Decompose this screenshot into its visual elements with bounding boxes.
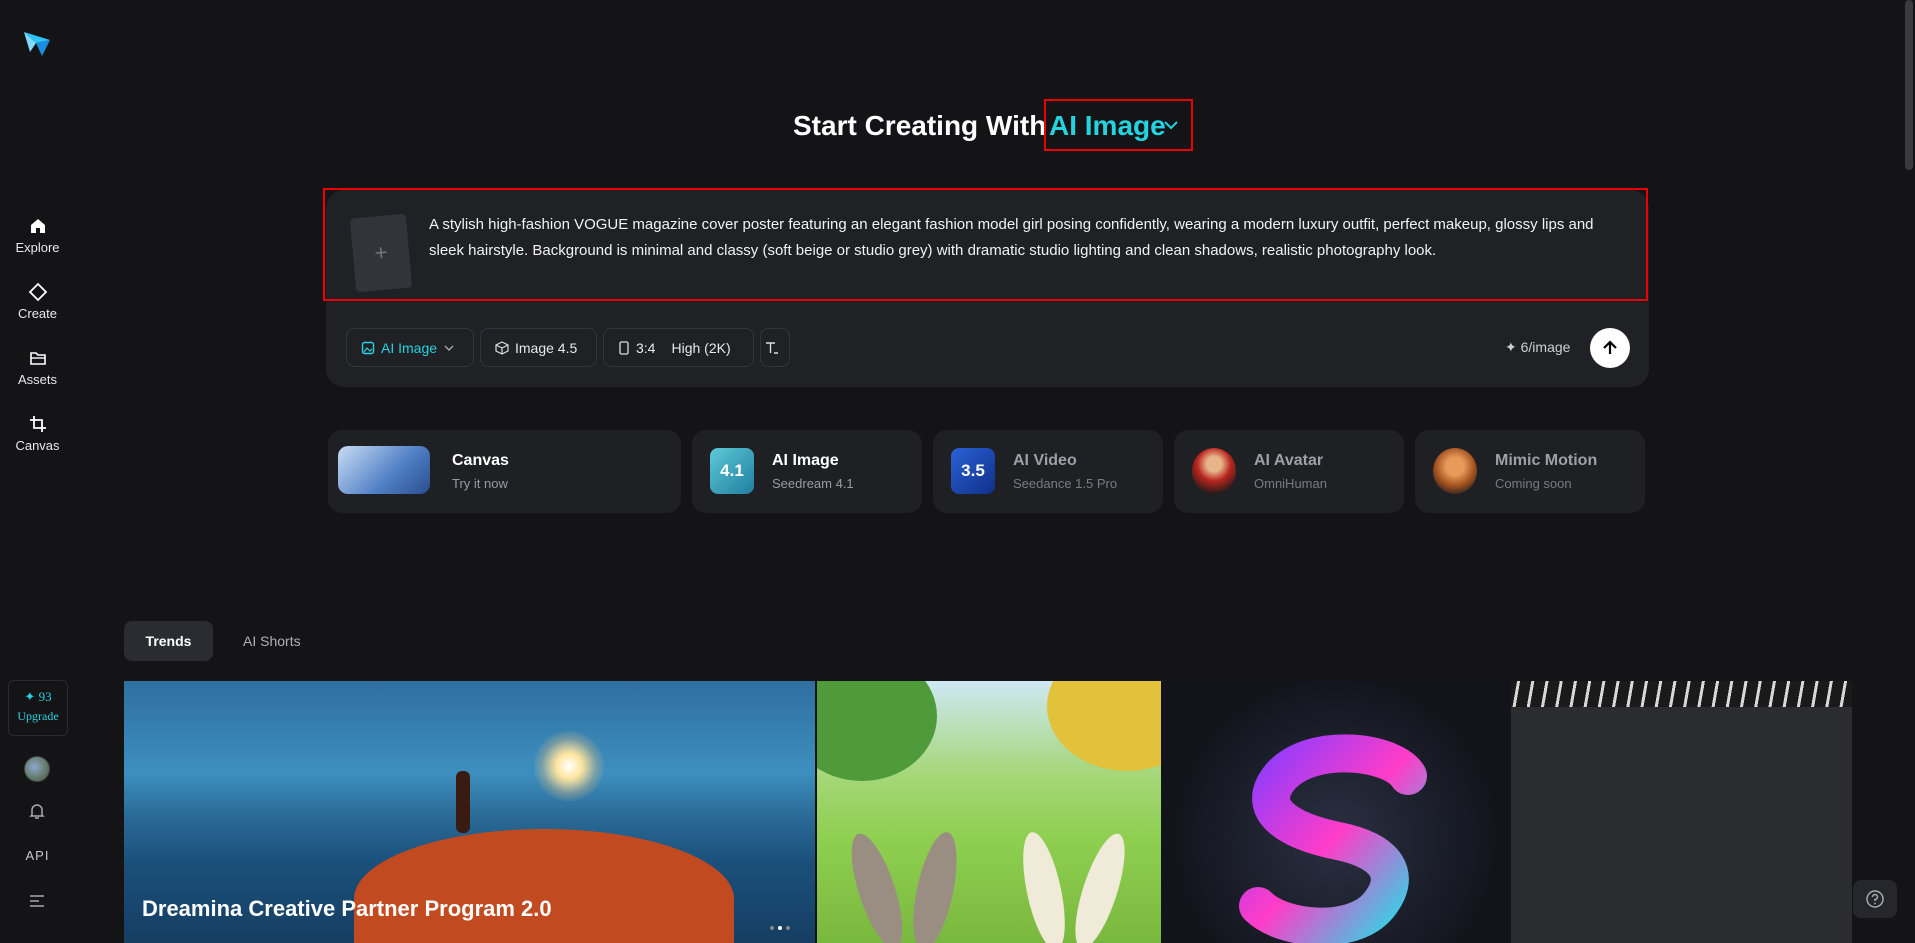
sidebar-item-create[interactable]: Create <box>0 282 75 321</box>
feature-subtitle: Seedream 4.1 <box>772 476 854 491</box>
sidebar-item-canvas[interactable]: Canvas <box>0 414 75 453</box>
scrollbar[interactable] <box>1905 0 1913 170</box>
bunny-tile[interactable] <box>817 681 1161 943</box>
bell-icon[interactable] <box>27 801 47 821</box>
arrow-up-icon <box>1603 340 1617 354</box>
sidebar-item-label: Assets <box>17 372 57 387</box>
floral-border <box>1511 681 1852 707</box>
avatar-character-thumbnail <box>1192 448 1236 494</box>
carousel-dots <box>770 917 790 935</box>
mode-dropdown[interactable]: AI Image <box>1049 110 1166 142</box>
home-icon <box>30 219 45 233</box>
feature-card-canvas[interactable]: Canvas Try it now <box>328 430 681 513</box>
feature-title: Mimic Motion <box>1495 452 1598 469</box>
upgrade-label: Upgrade <box>17 709 59 723</box>
ratio-label: 3:4 <box>636 339 656 356</box>
help-button[interactable] <box>1853 880 1897 918</box>
bunny-ear-left-2 <box>904 828 966 943</box>
avatar[interactable] <box>24 756 50 782</box>
model-select[interactable]: Image 4.5 <box>480 328 597 367</box>
crop-icon <box>29 416 46 432</box>
api-link[interactable]: API <box>0 848 75 863</box>
pegasus-thumbnail <box>338 446 430 494</box>
tab-ai-shorts[interactable]: AI Shorts <box>243 621 301 661</box>
cost-label: ✦ 6/image <box>1505 339 1571 355</box>
upload-reference-button[interactable]: + <box>349 213 413 293</box>
folder-icon <box>29 352 46 365</box>
feature-subtitle: Coming soon <box>1495 476 1572 491</box>
feature-subtitle: Try it now <box>452 476 508 491</box>
feature-subtitle: Seedance 1.5 Pro <box>1013 476 1118 491</box>
feature-card-ai-avatar[interactable]: AI Avatar OmniHuman <box>1174 430 1404 513</box>
credits-upgrade-button[interactable]: ✦ 93 Upgrade <box>8 680 68 736</box>
tree-canopy-right <box>1047 681 1161 771</box>
menu-icon[interactable] <box>28 893 46 909</box>
feature-card-ai-image[interactable]: 4.1 AI Image Seedream 4.1 <box>692 430 922 513</box>
feature-title: AI Video <box>1013 452 1077 469</box>
sidebar-item-explore[interactable]: Explore <box>0 216 75 255</box>
chevron-down-icon[interactable] <box>1163 119 1179 131</box>
send-button[interactable] <box>1590 328 1630 368</box>
feature-title: Canvas <box>452 452 509 469</box>
dreamina-logo-icon[interactable] <box>22 28 52 58</box>
feature-card-ai-video[interactable]: 3.5 AI Video Seedance 1.5 Pro <box>933 430 1163 513</box>
question-icon <box>1866 890 1884 908</box>
feature-card-mimic-motion[interactable]: Mimic Motion Coming soon <box>1415 430 1645 513</box>
model-select-label: Image 4.5 <box>515 339 578 356</box>
mode-select[interactable]: AI Image <box>346 328 474 367</box>
bunny-ear-left <box>841 828 913 943</box>
letter-s-tile[interactable] <box>1163 681 1509 943</box>
credits-count: ✦ 93 <box>24 689 52 704</box>
feature-title: AI Avatar <box>1254 452 1324 469</box>
seedream-icon: 4.1 <box>710 448 754 494</box>
cube-icon <box>495 340 509 355</box>
sidebar: Explore Create Assets Canvas ✦ 93 Upgrad… <box>0 0 75 943</box>
tree-canopy-left <box>817 681 937 781</box>
quality-label: High (2K) <box>671 339 731 356</box>
bunny-ear-right <box>1014 828 1074 943</box>
sidebar-item-label: Canvas <box>15 438 60 453</box>
plus-icon: + <box>373 239 389 266</box>
seedance-icon: 3.5 <box>951 448 995 494</box>
sidebar-item-label: Explore <box>15 240 60 255</box>
aspect-ratio-icon <box>619 340 629 355</box>
ratio-quality-select[interactable]: 3:4 High (2K) <box>603 328 754 367</box>
image-icon <box>361 341 375 354</box>
feature-subtitle: OmniHuman <box>1254 476 1327 491</box>
divider <box>326 301 1649 302</box>
banner-tile[interactable]: Dreamina Creative Partner Program 2.0 <box>124 681 815 943</box>
cliff-shape <box>354 829 734 943</box>
feature-title: AI Image <box>772 452 839 469</box>
bunny-ear-right-2 <box>1065 828 1135 943</box>
sidebar-item-assets[interactable]: Assets <box>0 348 75 387</box>
text-icon <box>766 341 778 354</box>
sidebar-item-label: Create <box>17 306 58 321</box>
page-title: Start Creating With <box>793 110 1047 141</box>
sky-glow <box>534 731 604 801</box>
chevron-down-icon <box>444 345 454 351</box>
figure-silhouette <box>456 771 470 833</box>
pattern-tile[interactable] <box>1511 681 1852 943</box>
tab-trends[interactable]: Trends <box>124 621 213 661</box>
mode-select-label: AI Image <box>381 339 438 356</box>
mimic-motion-thumbnail <box>1433 448 1477 494</box>
prompt-input[interactable]: A stylish high-fashion VOGUE magazine co… <box>429 212 1629 264</box>
banner-title: Dreamina Creative Partner Program 2.0 <box>142 896 552 921</box>
text-style-button[interactable] <box>760 328 790 367</box>
neon-letter-s <box>1239 734 1427 943</box>
diamond-icon <box>28 282 47 302</box>
